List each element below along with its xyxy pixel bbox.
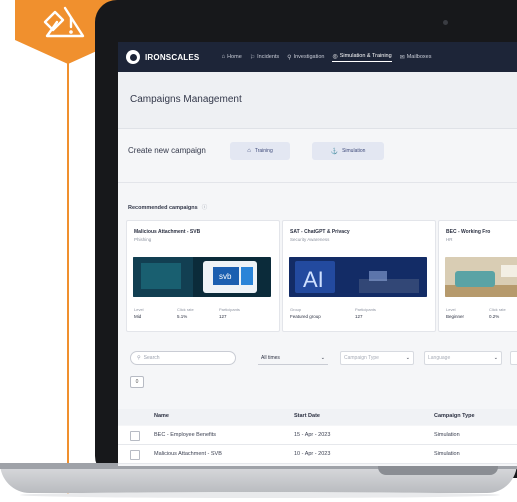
card-meta-click-rate: Click rate 0.2% <box>489 307 506 319</box>
language-value: Language <box>428 355 451 361</box>
campaign-card[interactable]: Malicious Attachment - SVB Phishing svb … <box>126 220 280 332</box>
section-divider <box>118 182 517 183</box>
column-header-start-date[interactable]: Start Date <box>294 413 320 419</box>
app-screen: IRONSCALES ⌂ Home ⚐ Incidents ⚲ Investigati… <box>118 42 517 466</box>
cell-start-date: 15 - Apr - 2023 <box>294 432 331 438</box>
svg-text:AI: AI <box>303 267 324 292</box>
cell-name: Malicious Attachment - SVB <box>154 451 222 457</box>
page-title: Campaigns Management <box>130 94 242 105</box>
ironscales-logo[interactable] <box>126 50 140 64</box>
card-meta-group: Group Featured group <box>290 307 321 319</box>
campaign-type-filter[interactable]: Campaign Type ⌄ <box>340 351 414 365</box>
row-checkbox[interactable] <box>130 450 140 460</box>
cell-campaign-type: Simulation <box>434 451 460 457</box>
nav-item-mailboxes[interactable]: ✉ Mailboxes <box>400 53 432 62</box>
card-meta-click-rate: Click rate 5.1% <box>177 307 194 319</box>
card-title: Malicious Attachment - SVB <box>134 229 201 235</box>
mailbox-icon: ✉ <box>399 54 405 61</box>
nav-label: Investigation <box>293 54 325 60</box>
investigation-icon: ⚲ <box>287 54 292 61</box>
svg-text:svb: svb <box>219 272 232 281</box>
nav-item-investigation[interactable]: ⚲ Investigation <box>287 53 324 62</box>
page-header: Campaigns Management <box>118 72 517 129</box>
card-subtitle: Security Awareness <box>290 237 330 242</box>
brand-name: IRONSCALES <box>145 52 200 62</box>
card-title: BEC - Working Fro <box>446 229 491 235</box>
info-icon[interactable]: ⓘ <box>202 205 208 211</box>
incidents-icon: ⚐ <box>249 54 256 61</box>
cell-start-date: 10 - Apr - 2023 <box>294 451 331 457</box>
card-subtitle: HR <box>446 237 453 242</box>
select-all-checkbox[interactable]: 0 <box>130 376 144 388</box>
card-meta-level: Level Mid <box>134 307 144 319</box>
table-row[interactable]: BEC - Employee Benefits 15 - Apr - 2023 … <box>118 426 517 445</box>
search-icon: ⚲ <box>137 355 141 361</box>
time-filter[interactable]: All times ⌄ <box>258 351 328 365</box>
card-image: AI <box>289 257 427 297</box>
campaign-card[interactable]: BEC - Working Fro HR Level Beginner Click… <box>438 220 517 332</box>
nav-item-simulation-training[interactable]: ◎ Simulation & Training <box>332 53 392 62</box>
card-image: svb <box>133 257 271 297</box>
nav-label: Simulation & Training <box>339 53 392 59</box>
card-meta-participants: Participants 127 <box>219 307 240 319</box>
card-subtitle: Phishing <box>134 237 152 242</box>
language-filter[interactable]: Language ⌄ <box>424 351 502 365</box>
recommended-heading: Recommended campaigns ⓘ <box>128 203 207 211</box>
chevron-down-icon: ⌄ <box>320 354 325 361</box>
search-input[interactable]: ⚲ Search <box>130 351 236 365</box>
create-campaign-label: Create new campaign <box>128 146 206 155</box>
nav-item-home[interactable]: ⌂ Home <box>221 53 241 62</box>
training-button[interactable]: ⌂ Training <box>230 142 290 160</box>
card-image <box>445 257 517 297</box>
nav-label: Incidents <box>257 54 280 60</box>
home-icon: ⌂ <box>221 54 226 60</box>
more-filter[interactable] <box>510 351 517 365</box>
search-placeholder: Search <box>143 355 160 361</box>
table-row[interactable]: Malicious Attachment - SVB 10 - Apr - 20… <box>118 445 517 464</box>
button-label: Training <box>254 148 273 154</box>
nav-items: ⌂ Home ⚐ Incidents ⚲ Investigation ◎ Simulat… <box>221 53 439 62</box>
card-title: SAT - ChatGPT & Privacy <box>290 229 350 235</box>
simulation-icon: ◎ <box>332 53 338 60</box>
laptop-shadow <box>20 492 500 498</box>
chevron-down-icon: ⌄ <box>493 355 498 361</box>
card-meta-participants: Participants 127 <box>355 307 376 319</box>
recommended-label: Recommended campaigns <box>128 205 198 211</box>
nav-item-incidents[interactable]: ⚐ Incidents <box>250 53 279 62</box>
nav-label: Mailboxes <box>406 54 432 60</box>
card-meta-level: Level Beginner <box>446 307 465 319</box>
simulation-button[interactable]: ⚓ Simulation <box>312 142 384 160</box>
column-header-name[interactable]: Name <box>154 413 169 419</box>
cell-name: BEC - Employee Benefits <box>154 432 217 438</box>
camera-dot <box>443 20 448 25</box>
row-checkbox[interactable] <box>130 431 140 441</box>
button-label: Simulation <box>342 148 366 154</box>
chevron-down-icon: ⌄ <box>405 355 410 361</box>
column-header-campaign-type[interactable]: Campaign Type <box>434 413 475 419</box>
hook-icon: ⚓ <box>330 148 339 155</box>
campaign-card[interactable]: SAT - ChatGPT & Privacy Security Awarene… <box>282 220 436 332</box>
badge-connector-line <box>67 55 69 495</box>
campaign-type-value: Campaign Type <box>344 355 379 361</box>
selected-count: 0 <box>135 379 139 385</box>
graduation-cap-icon: ⌂ <box>247 148 251 154</box>
time-filter-value: All times <box>261 354 280 361</box>
nav-label: Home <box>227 54 242 60</box>
cell-campaign-type: Simulation <box>434 432 460 438</box>
laptop-notch <box>378 466 498 475</box>
top-navigation: IRONSCALES ⌂ Home ⚐ Incidents ⚲ Investigati… <box>118 42 517 72</box>
